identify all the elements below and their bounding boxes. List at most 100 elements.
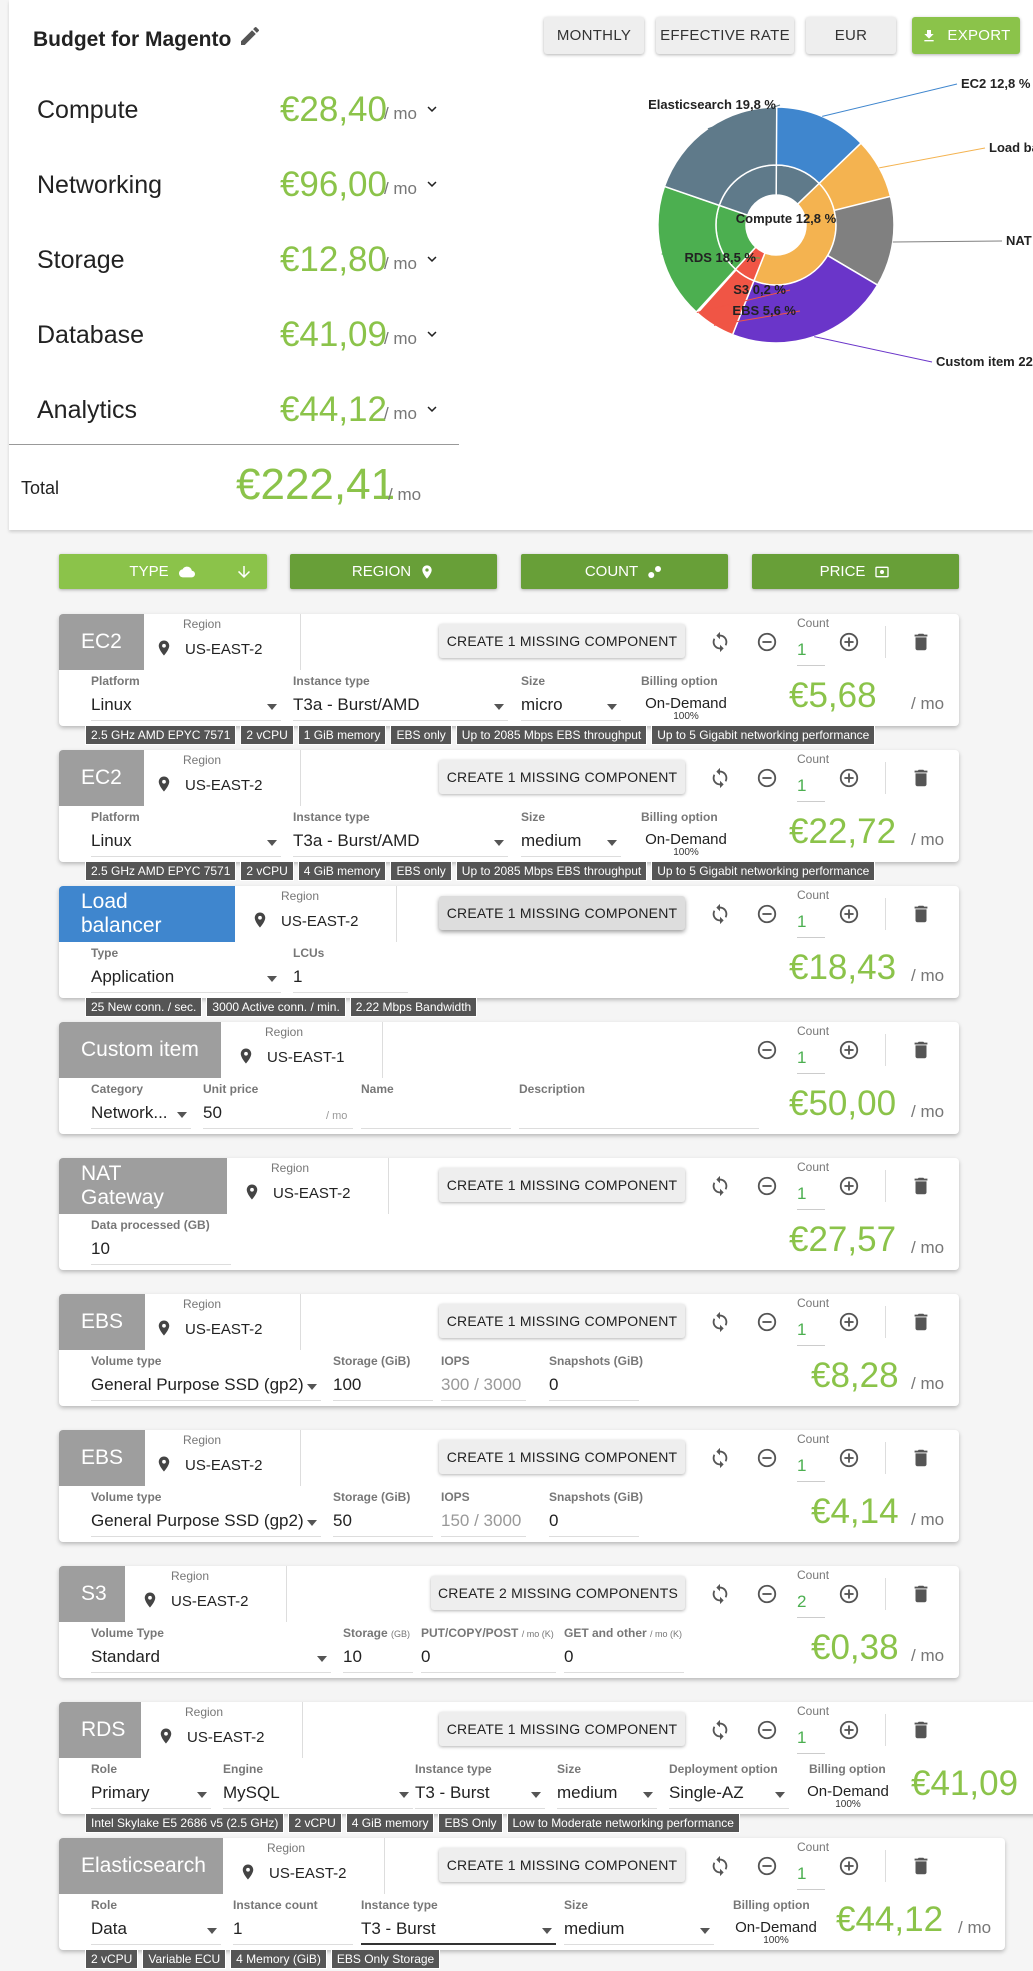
region-selector[interactable]: Region US-EAST-2 xyxy=(139,1430,301,1486)
trash-icon[interactable] xyxy=(910,1855,932,1877)
create-missing-components-button[interactable]: CREATE 2 MISSING COMPONENTS xyxy=(431,1576,685,1610)
count-input[interactable]: 1 xyxy=(797,1048,825,1074)
trash-icon[interactable] xyxy=(910,1447,932,1469)
billing-option-select[interactable]: On-Demand 100% xyxy=(731,1919,821,1946)
trash-icon[interactable] xyxy=(910,1175,932,1197)
count-input[interactable]: 1 xyxy=(797,640,825,666)
role-select[interactable]: Data xyxy=(91,1919,221,1945)
instance-count-input[interactable]: 1 xyxy=(233,1919,353,1945)
category-row-database[interactable]: Database €41,09/ mo xyxy=(37,315,457,355)
get-requests-input[interactable]: 0 xyxy=(564,1647,684,1673)
size-select[interactable]: medium xyxy=(557,1783,657,1809)
effective-rate-button[interactable]: EFFECTIVE RATE xyxy=(656,17,794,54)
instance-type-select[interactable]: T3a - Burst/AMD xyxy=(293,831,508,857)
minus-circle-icon[interactable] xyxy=(756,1039,778,1061)
region-selector[interactable]: Region US-EAST-2 xyxy=(139,1294,301,1350)
region-selector[interactable]: Region US-EAST-2 xyxy=(227,1158,389,1214)
minus-circle-icon[interactable] xyxy=(756,767,778,789)
iops-input[interactable]: 150 / 3000 xyxy=(441,1511,526,1537)
chevron-down-icon[interactable] xyxy=(423,175,441,193)
size-select[interactable]: medium xyxy=(564,1919,714,1945)
billing-option-select[interactable]: On-Demand 100% xyxy=(803,1783,893,1810)
edit-pencil-icon[interactable] xyxy=(238,24,262,48)
refresh-icon[interactable] xyxy=(709,1175,731,1197)
region-selector[interactable]: Region US-EAST-2 xyxy=(223,1838,385,1894)
refresh-icon[interactable] xyxy=(709,903,731,925)
category-row-storage[interactable]: Storage €12,80/ mo xyxy=(37,240,457,280)
count-input[interactable]: 1 xyxy=(797,1728,825,1754)
minus-circle-icon[interactable] xyxy=(756,1447,778,1469)
count-input[interactable]: 1 xyxy=(797,912,825,938)
lcus-input[interactable]: 1 xyxy=(293,967,408,993)
storage-input[interactable]: 10 xyxy=(343,1647,413,1673)
refresh-icon[interactable] xyxy=(709,1311,731,1333)
volume-type-select[interactable]: Standard xyxy=(91,1647,331,1673)
sort-by-price-button[interactable]: PRICE xyxy=(752,554,959,589)
minus-circle-icon[interactable] xyxy=(756,1175,778,1197)
chevron-down-icon[interactable] xyxy=(423,325,441,343)
create-missing-component-button[interactable]: CREATE 1 MISSING COMPONENT xyxy=(439,1712,685,1746)
minus-circle-icon[interactable] xyxy=(756,1311,778,1333)
size-select[interactable]: medium xyxy=(521,831,621,857)
volume-type-select[interactable]: General Purpose SSD (gp2) xyxy=(91,1375,321,1401)
chevron-down-icon[interactable] xyxy=(423,100,441,118)
monthly-button[interactable]: MONTHLY xyxy=(544,17,644,54)
platform-select[interactable]: Linux xyxy=(91,695,281,721)
plus-circle-icon[interactable] xyxy=(838,1311,860,1333)
refresh-icon[interactable] xyxy=(709,1583,731,1605)
plus-circle-icon[interactable] xyxy=(838,1855,860,1877)
storage-input[interactable]: 50 xyxy=(333,1511,433,1537)
region-selector[interactable]: Region US-EAST-2 xyxy=(235,886,397,942)
category-row-analytics[interactable]: Analytics €44,12/ mo xyxy=(37,390,457,430)
count-input[interactable]: 1 xyxy=(797,1184,825,1210)
create-missing-component-button[interactable]: CREATE 1 MISSING COMPONENT xyxy=(439,896,685,930)
refresh-icon[interactable] xyxy=(709,1855,731,1877)
description-input[interactable] xyxy=(519,1103,759,1129)
billing-option-select[interactable]: On-Demand 100% xyxy=(641,695,731,722)
count-input[interactable]: 1 xyxy=(797,1864,825,1890)
lb-type-select[interactable]: Application xyxy=(91,967,281,993)
plus-circle-icon[interactable] xyxy=(838,903,860,925)
trash-icon[interactable] xyxy=(910,1583,932,1605)
snapshots-input[interactable]: 0 xyxy=(549,1375,639,1401)
plus-circle-icon[interactable] xyxy=(838,1447,860,1469)
storage-input[interactable]: 100 xyxy=(333,1375,433,1401)
iops-input[interactable]: 300 / 3000 xyxy=(441,1375,526,1401)
create-missing-component-button[interactable]: CREATE 1 MISSING COMPONENT xyxy=(439,624,685,658)
engine-select[interactable]: MySQL xyxy=(223,1783,413,1809)
trash-icon[interactable] xyxy=(910,1039,932,1061)
chevron-down-icon[interactable] xyxy=(423,250,441,268)
currency-button[interactable]: EUR xyxy=(806,17,896,54)
create-missing-component-button[interactable]: CREATE 1 MISSING COMPONENT xyxy=(439,1168,685,1202)
trash-icon[interactable] xyxy=(910,631,932,653)
category-row-compute[interactable]: Compute €28,40/ mo xyxy=(37,90,457,130)
create-missing-component-button[interactable]: CREATE 1 MISSING COMPONENT xyxy=(439,1848,685,1882)
refresh-icon[interactable] xyxy=(709,1719,731,1741)
export-button[interactable]: EXPORT xyxy=(912,17,1020,54)
trash-icon[interactable] xyxy=(910,1719,932,1741)
count-input[interactable]: 1 xyxy=(797,776,825,802)
instance-type-select[interactable]: T3 - Burst xyxy=(415,1783,545,1809)
category-select[interactable]: Network... xyxy=(91,1103,191,1129)
count-input[interactable]: 2 xyxy=(797,1592,825,1618)
snapshots-input[interactable]: 0 xyxy=(549,1511,639,1537)
platform-select[interactable]: Linux xyxy=(91,831,281,857)
sort-by-count-button[interactable]: COUNT xyxy=(521,554,728,589)
plus-circle-icon[interactable] xyxy=(838,1175,860,1197)
sort-by-region-button[interactable]: REGION xyxy=(290,554,497,589)
region-selector[interactable]: Region US-EAST-2 xyxy=(139,750,301,806)
trash-icon[interactable] xyxy=(910,903,932,925)
plus-circle-icon[interactable] xyxy=(838,1039,860,1061)
plus-circle-icon[interactable] xyxy=(838,1583,860,1605)
plus-circle-icon[interactable] xyxy=(838,767,860,789)
minus-circle-icon[interactable] xyxy=(756,903,778,925)
refresh-icon[interactable] xyxy=(709,631,731,653)
minus-circle-icon[interactable] xyxy=(756,631,778,653)
plus-circle-icon[interactable] xyxy=(838,1719,860,1741)
create-missing-component-button[interactable]: CREATE 1 MISSING COMPONENT xyxy=(439,760,685,794)
count-input[interactable]: 1 xyxy=(797,1456,825,1482)
sort-by-type-button[interactable]: TYPE xyxy=(59,554,267,589)
create-missing-component-button[interactable]: CREATE 1 MISSING COMPONENT xyxy=(439,1440,685,1474)
count-input[interactable]: 1 xyxy=(797,1320,825,1346)
role-select[interactable]: Primary xyxy=(91,1783,211,1809)
